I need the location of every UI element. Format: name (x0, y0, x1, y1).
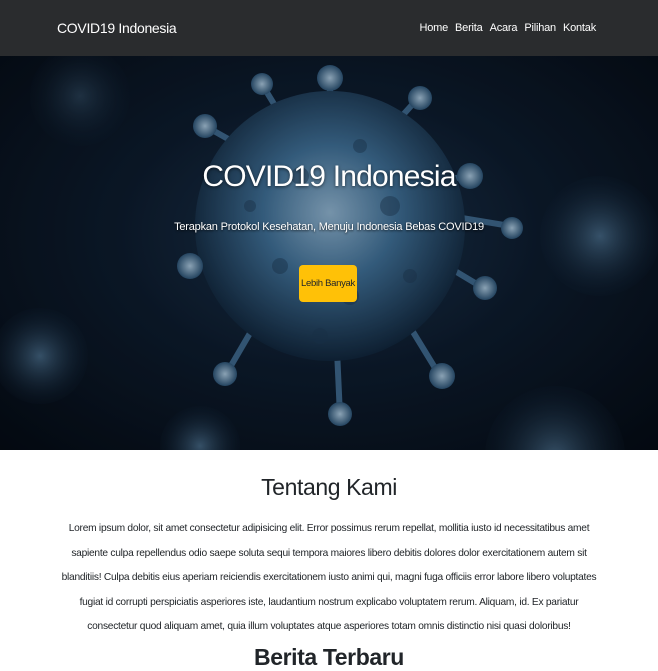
nav-link-pilihan[interactable]: Pilihan (524, 22, 556, 34)
hero-section: COVID19 Indonesia Terapkan Protokol Kese… (0, 56, 658, 450)
nav-link-home[interactable]: Home (419, 22, 448, 34)
about-title: Tentang Kami (261, 474, 397, 500)
brand-link[interactable]: COVID19 Indonesia (57, 20, 177, 36)
nav-link-kontak[interactable]: Kontak (563, 22, 596, 34)
nav-link-acara[interactable]: Acara (490, 22, 518, 34)
nav-link-berita[interactable]: Berita (455, 22, 483, 34)
hero-content: COVID19 Indonesia Terapkan Protokol Kese… (0, 56, 658, 450)
hero-title: COVID19 Indonesia (202, 160, 456, 193)
about-text: Lorem ipsum dolor, sit amet consectetur … (61, 523, 597, 632)
navbar: COVID19 Indonesia Home Berita Acara Pili… (0, 0, 658, 56)
learn-more-button[interactable]: Lebih Banyak (299, 265, 357, 302)
nav-links: Home Berita Acara Pilihan Kontak (419, 22, 596, 34)
hero-subtitle: Terapkan Protokol Kesehatan, Menuju Indo… (174, 221, 484, 233)
